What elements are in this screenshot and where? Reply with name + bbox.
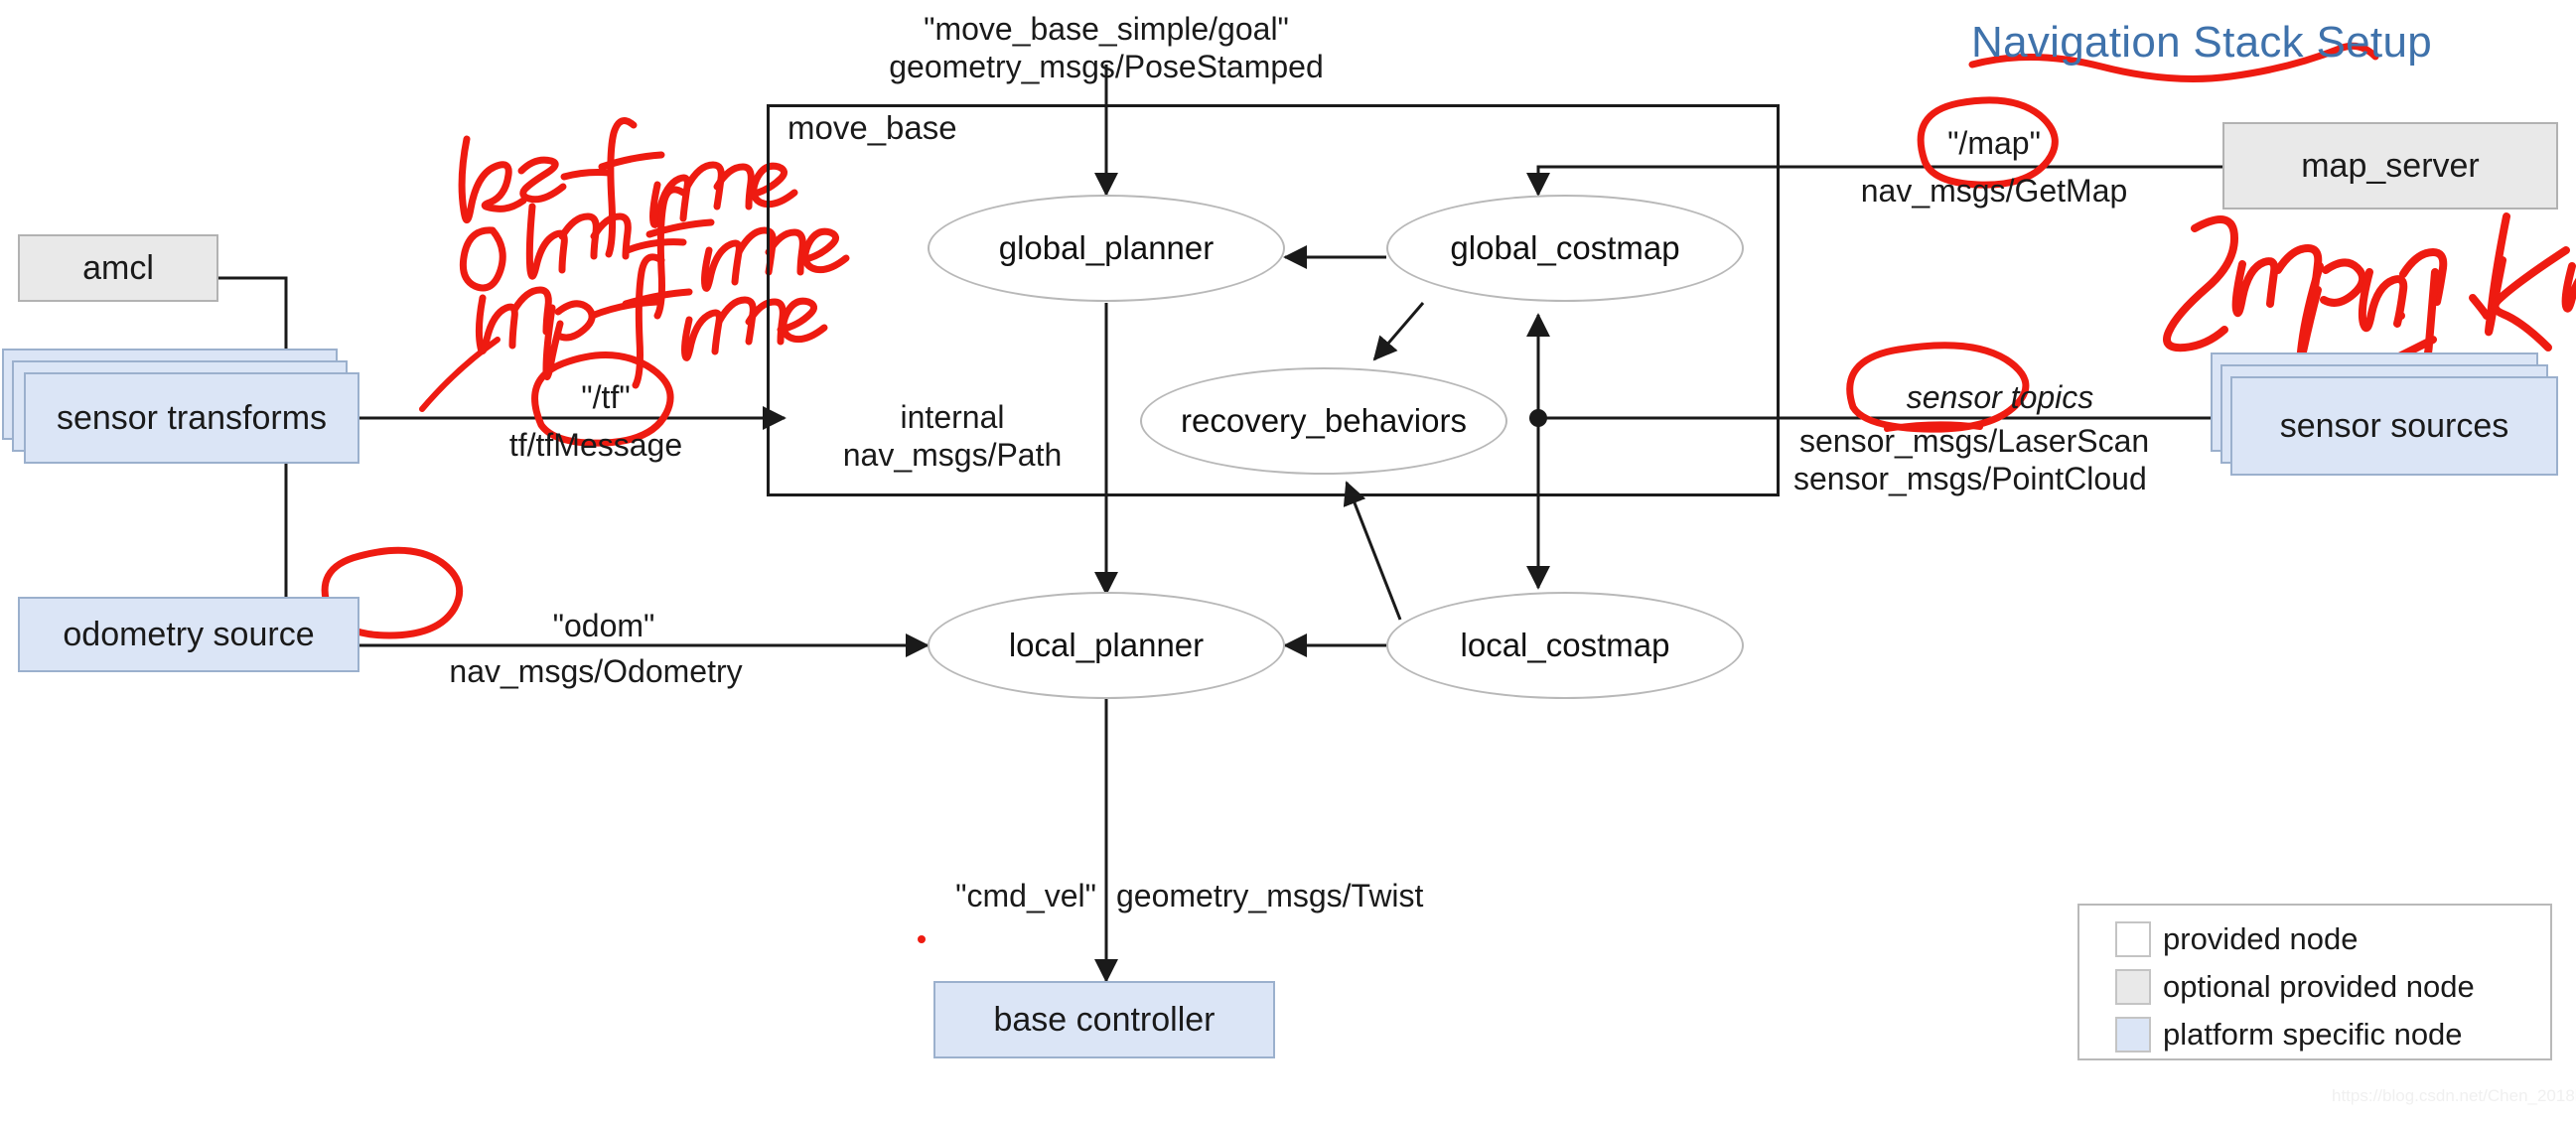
edge-label-sensor-topics: sensor topics [1906, 379, 2094, 415]
node-recovery-behaviors-label: recovery_behaviors [1181, 402, 1467, 439]
edge-label-sensor-type-2: sensor_msgs/PointCloud [1793, 461, 2147, 496]
legend-row-optional: optional provided node [2115, 963, 2550, 1011]
legend: provided node optional provided node pla… [2077, 904, 2552, 1060]
edge-label-cmdvel-topic: "cmd_vel" [955, 878, 1096, 913]
node-local-costmap[interactable]: local_costmap [1386, 592, 1744, 699]
legend-label-platform: platform specific node [2163, 1017, 2463, 1052]
edge-label-odom-type: nav_msgs/Odometry [449, 653, 743, 689]
watermark: https://blog.csdn.net/Chen_2018k [2332, 1086, 2576, 1105]
node-global-costmap-label: global_costmap [1450, 229, 1680, 266]
ink-tail-tf [419, 337, 501, 412]
edge-label-tf-type: tf/tfMessage [508, 427, 683, 463]
legend-swatch-platform [2115, 1017, 2151, 1053]
legend-swatch-optional [2115, 969, 2151, 1005]
legend-label-optional: optional provided node [2163, 969, 2475, 1004]
node-map-server[interactable]: map_server [2222, 122, 2558, 210]
legend-label-provided: provided node [2163, 921, 2359, 956]
edge-label-internal-1: internal [900, 399, 1005, 435]
node-sensor-transforms-label: sensor transforms [56, 398, 328, 437]
legend-row-provided: provided node [2115, 915, 2550, 963]
node-local-costmap-label: local_costmap [1460, 627, 1670, 663]
move-base-label: move_base [787, 109, 957, 146]
node-amcl[interactable]: amcl [18, 234, 218, 302]
edge-label-goal-type: geometry_msgs/PoseStamped [889, 49, 1324, 84]
node-amcl-label: amcl [82, 248, 154, 287]
node-sensor-sources-label: sensor sources [2279, 406, 2509, 445]
edge-label-map-topic: "/map" [1947, 125, 2041, 161]
node-sensor-sources[interactable]: sensor sources [2230, 376, 2558, 476]
edge-lcostmap-to-recovery [1343, 481, 1402, 621]
edge-label-tf-topic: "/tf" [581, 379, 631, 415]
node-local-planner[interactable]: local_planner [928, 592, 1285, 699]
legend-swatch-provided [2115, 921, 2151, 957]
node-recovery-behaviors[interactable]: recovery_behaviors [1140, 367, 1507, 475]
edge-label-map-type: nav_msgs/GetMap [1860, 173, 2128, 209]
edge-label-internal-2: nav_msgs/Path [842, 437, 1063, 473]
edge-label-cmdvel-type: geometry_msgs/Twist [1116, 878, 1424, 913]
node-base-controller-label: base controller [993, 1000, 1216, 1039]
node-global-planner-label: global_planner [998, 229, 1215, 266]
node-map-server-label: map_server [2301, 146, 2480, 185]
page-title: Navigation Stack Setup [1971, 18, 2432, 67]
node-local-planner-label: local_planner [1008, 627, 1205, 663]
diagram-canvas: move_base amcl sensor transforms odometr… [0, 0, 2576, 1124]
legend-row-platform: platform specific node [2115, 1011, 2550, 1058]
node-sensor-transforms[interactable]: sensor transforms [24, 372, 359, 464]
node-odometry-source[interactable]: odometry source [18, 597, 359, 672]
node-global-costmap[interactable]: global_costmap [1386, 195, 1744, 302]
edge-label-goal-topic: "move_base_simple/goal" [924, 11, 1289, 47]
ink-stray-dot [918, 935, 926, 943]
edge-label-odom-topic: "odom" [552, 608, 655, 643]
node-base-controller[interactable]: base controller [933, 981, 1275, 1058]
node-odometry-source-label: odometry source [63, 615, 315, 653]
edge-label-sensor-type-1: sensor_msgs/LaserScan [1799, 423, 2150, 459]
node-global-planner[interactable]: global_planner [928, 195, 1285, 302]
